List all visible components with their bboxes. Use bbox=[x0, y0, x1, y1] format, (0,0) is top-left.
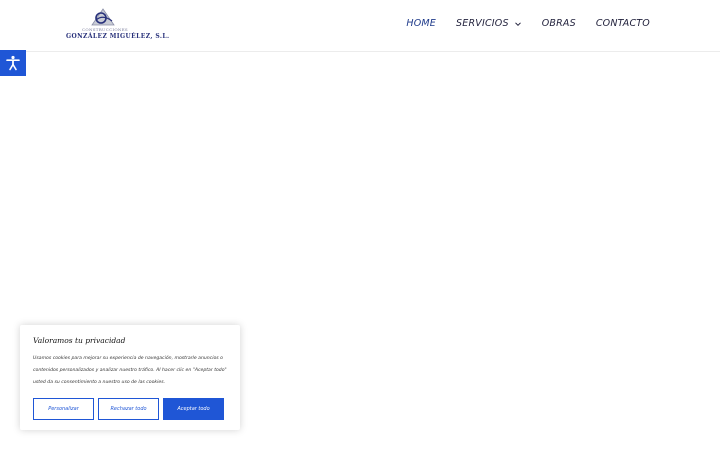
nav-item-obras[interactable]: OBRAS bbox=[542, 18, 576, 29]
company-logo[interactable]: CONSTRUCCIONES GONZÁLEZ MIGUÉLEZ, S.L. bbox=[64, 8, 169, 44]
logo-subtitle: CONSTRUCCIONES bbox=[82, 27, 128, 32]
logo-company-name: GONZÁLEZ MIGUÉLEZ, S.L. bbox=[66, 33, 170, 40]
main-nav: HOME SERVICIOS OBRAS CONTACTO bbox=[406, 18, 650, 29]
site-header: CONSTRUCCIONES GONZÁLEZ MIGUÉLEZ, S.L. H… bbox=[0, 0, 720, 52]
cookie-description: Usamos cookies para mejorar su experienc… bbox=[33, 356, 227, 385]
cookie-consent-banner: Valoramos tu privacidad Usamos cookies p… bbox=[20, 325, 240, 430]
nav-item-servicios-label: SERVICIOS bbox=[456, 18, 509, 29]
nav-item-servicios[interactable]: SERVICIOS bbox=[456, 18, 522, 29]
chevron-down-icon[interactable] bbox=[514, 20, 522, 28]
nav-item-home[interactable]: HOME bbox=[406, 18, 436, 29]
accessibility-toolbar-button[interactable] bbox=[0, 50, 26, 76]
logo-mark-icon bbox=[91, 8, 115, 26]
accessibility-icon bbox=[6, 55, 20, 71]
cookie-title: Valoramos tu privacidad bbox=[33, 336, 126, 345]
customize-cookies-button[interactable]: Personalizar bbox=[33, 398, 94, 420]
reject-all-button[interactable]: Rechazar todo bbox=[98, 398, 159, 420]
cookie-button-group: Personalizar Rechazar todo Aceptar todo bbox=[33, 398, 224, 420]
nav-item-contacto[interactable]: CONTACTO bbox=[596, 18, 650, 29]
accept-all-button[interactable]: Aceptar todo bbox=[163, 398, 224, 420]
